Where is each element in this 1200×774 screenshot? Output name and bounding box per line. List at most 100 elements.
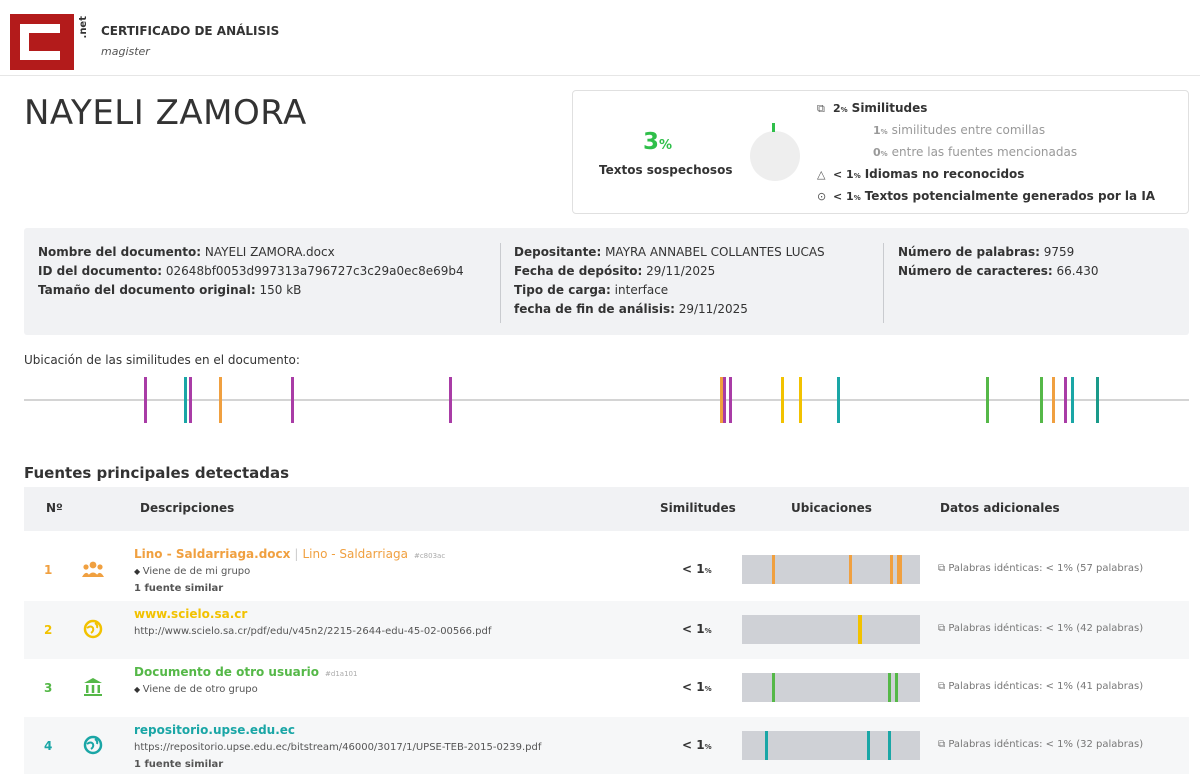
similarity-mark[interactable] [1095, 377, 1099, 423]
additional-data-text: Palabras idénticas: < 1% (42 palabras) [948, 623, 1144, 634]
source-title[interactable]: Lino - Saldarriaga.docx | Lino - Saldarria… [134, 547, 445, 561]
info-value: 150 kB [259, 283, 302, 297]
source-row[interactable]: 4 repositorio.upse.edu.ec https://reposito… [24, 717, 1189, 774]
similarity-mark[interactable] [1071, 377, 1075, 423]
source-location-bar[interactable] [742, 615, 920, 644]
source-title-text[interactable]: www.scielo.sa.cr [134, 607, 247, 621]
stat-value: < 1% [833, 168, 861, 181]
stat-number: 1 [873, 124, 881, 137]
info-row: Número de caracteres: 66.430 [898, 262, 1099, 281]
stat-value: < 1% [833, 190, 861, 203]
source-detail-text: Viene de de otro grupo [142, 684, 258, 695]
source-location-mark [887, 673, 891, 702]
similarity-number: < 1 [682, 622, 705, 636]
similarity-mark[interactable] [218, 377, 222, 423]
source-row[interactable]: 2 www.scielo.sa.cr http://www.scielo.sa.cr… [24, 601, 1189, 659]
source-row[interactable]: 3 Documento de otro usuario #d1a101 ◆ Viene… [24, 659, 1189, 717]
similarity-mark[interactable] [290, 377, 294, 423]
additional-data: ⧉ Palabras idénticas: < 1% (57 palabras) [938, 563, 1143, 574]
copy-icon: ⧉ [938, 563, 949, 574]
source-row[interactable]: 1 Lino - Saldarriaga.docx | Lino - Saldarri… [24, 541, 1189, 599]
additional-data-text: Palabras idénticas: < 1% (32 palabras) [948, 739, 1144, 750]
globe-icon [82, 734, 104, 756]
similar-sources-count: 1 fuente similar [134, 583, 224, 594]
header-similarities: Similitudes [660, 501, 736, 515]
similarity-mark[interactable] [1064, 377, 1068, 423]
similarity-mark[interactable] [143, 377, 147, 423]
document-line [24, 399, 1189, 401]
info-value: 29/11/2025 [678, 302, 748, 316]
source-location-bar[interactable] [742, 673, 920, 702]
stat-unit: % [853, 194, 861, 202]
source-location-bar[interactable] [742, 731, 920, 760]
header-number: Nº [46, 501, 63, 515]
source-title[interactable]: www.scielo.sa.cr [134, 607, 247, 621]
institution-icon [82, 676, 104, 698]
info-value: NAYELI ZAMORA.docx [204, 245, 335, 259]
source-number: 3 [44, 681, 53, 695]
source-location-mark [848, 555, 852, 584]
suspicious-label: Textos sospechosos [599, 163, 733, 177]
info-value: 9759 [1043, 245, 1075, 259]
language-icon: △ [817, 168, 826, 181]
source-detail[interactable]: http://www.scielo.sa.cr/pdf/edu/v45n2/22… [134, 626, 491, 637]
stat-number: < 1 [833, 190, 854, 203]
group-icon [82, 558, 104, 580]
tag-icon: ◆ [134, 685, 143, 694]
source-title-text[interactable]: Documento de otro usuario [134, 665, 319, 679]
similarity-mark[interactable] [728, 377, 732, 423]
info-value: interface [614, 283, 669, 297]
header-descriptions: Descripciones [140, 501, 235, 515]
info-value: 29/11/2025 [646, 264, 716, 278]
source-title-text[interactable]: Lino - Saldarriaga.docx [134, 547, 290, 561]
source-title-text[interactable]: repositorio.upse.edu.ec [134, 723, 295, 737]
similarity-mark[interactable] [798, 377, 802, 423]
source-title[interactable]: Documento de otro usuario #d1a101 [134, 665, 357, 679]
additional-data: ⧉ Palabras idénticas: < 1% (41 palabras) [938, 681, 1143, 692]
similarity-mark[interactable] [723, 377, 726, 423]
additional-data-text: Palabras idénticas: < 1% (41 palabras) [948, 681, 1144, 692]
similarity-number: < 1 [682, 562, 705, 576]
info-label: ID del documento: [38, 264, 163, 278]
info-column-counts: Número de palabras: 9759 Número de caract… [898, 243, 1099, 281]
source-title[interactable]: repositorio.upse.edu.ec [134, 723, 295, 737]
info-value: 02648bf0053d997313a796727c3c29a0ec8e69b4 [165, 264, 464, 278]
compilatio-logo: .net [10, 14, 89, 70]
similarity-value: < 1% [682, 562, 712, 576]
similarity-mark[interactable] [189, 377, 193, 423]
similarity-location-map[interactable] [24, 377, 1189, 423]
similarity-mark[interactable] [449, 377, 453, 423]
sources-title: Fuentes principales detectadas [24, 464, 290, 482]
stat-label: Similitudes [851, 101, 928, 115]
similarity-mark[interactable] [837, 377, 841, 423]
info-label: fecha de fin de análisis: [514, 302, 675, 316]
info-row: ID del documento: 02648bf0053d997313a796… [38, 262, 464, 281]
info-label: Tipo de carga: [514, 283, 611, 297]
stat-value: 2% [833, 102, 848, 115]
similarity-mark[interactable] [183, 377, 187, 423]
source-location-mark [887, 731, 891, 760]
info-label: Fecha de depósito: [514, 264, 643, 278]
source-location-mark [889, 555, 893, 584]
similarity-value: < 1% [682, 680, 712, 694]
info-label: Depositante: [514, 245, 602, 259]
source-number: 4 [44, 739, 53, 753]
stat-value: 0% [873, 146, 888, 159]
additional-data: ⧉ Palabras idénticas: < 1% (32 palabras) [938, 739, 1143, 750]
source-location-bar[interactable] [742, 555, 920, 584]
similarity-mark[interactable] [1039, 377, 1043, 423]
stat-label: entre las fuentes mencionadas [891, 145, 1078, 159]
source-detail[interactable]: https://repositorio.upse.edu.ec/bitstrea… [134, 742, 541, 753]
header-locations: Ubicaciones [791, 501, 872, 515]
stat-label: similitudes entre comillas [891, 123, 1046, 137]
similarity-mark[interactable] [781, 377, 785, 423]
source-location-mark [772, 555, 776, 584]
info-label: Número de caracteres: [898, 264, 1053, 278]
similarity-mark[interactable] [1051, 377, 1055, 423]
similarity-mark[interactable] [986, 377, 990, 423]
source-location-mark [859, 615, 863, 644]
similarity-value: < 1% [682, 738, 712, 752]
stat-line: ⊙ < 1% Textos potencialmente generados por… [817, 189, 1155, 203]
source-location-mark [765, 731, 769, 760]
source-location-mark [866, 731, 870, 760]
